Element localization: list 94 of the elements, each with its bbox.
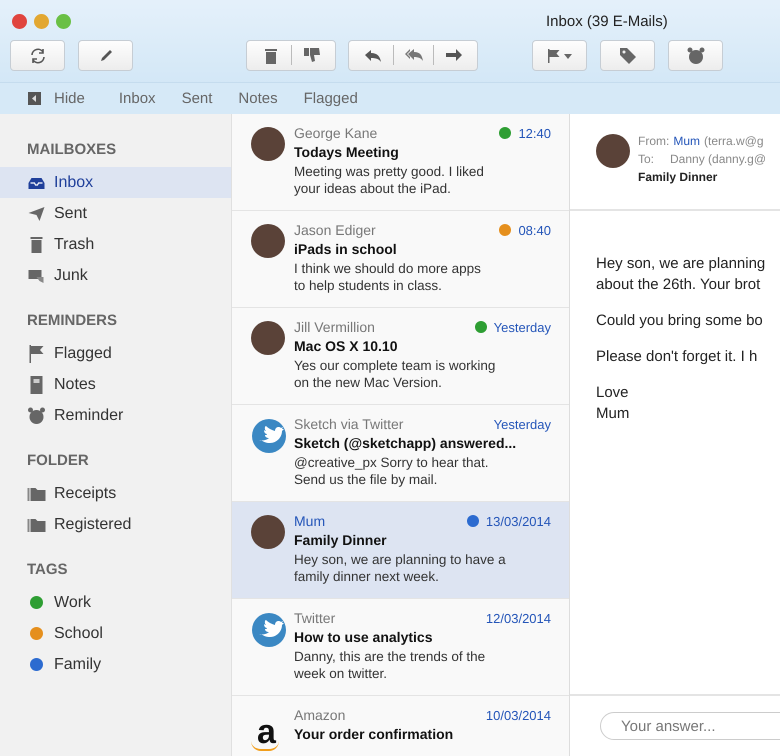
junk-mail-icon	[27, 268, 46, 284]
tag-button[interactable]	[600, 40, 655, 71]
email-paragraph: Hey son, we are planning about the 26th. Your brot	[596, 254, 766, 295]
sidebar-item[interactable]: Inbox	[0, 167, 231, 198]
flag-icon	[546, 48, 574, 62]
sidebar-item[interactable]: School	[0, 618, 231, 649]
sender-address: (terra.w@g	[704, 134, 764, 148]
message-preview: Danny, this are the trends of the week on twitter.	[294, 648, 486, 682]
message-preview: Yes our complete team is working on the new Mac Version.	[294, 357, 496, 391]
sender-name: Sketch via Twitter	[294, 416, 404, 432]
message-time: 08:40	[518, 222, 551, 238]
flag-icon	[27, 344, 46, 362]
message-subject: Family Dinner	[294, 532, 388, 548]
section-heading: FOLDER	[26, 452, 90, 469]
bird-icon	[251, 418, 287, 454]
refresh-icon	[28, 48, 46, 64]
message-preview: Hey son, we are planning to have a family dinner next week.	[294, 551, 507, 585]
mailbox-tab[interactable]: Inbox	[118, 90, 156, 107]
message-time: 13/03/2014	[486, 514, 551, 528]
sender-link[interactable]: Mum	[673, 134, 700, 148]
message-subject: Your order confirmation	[294, 726, 454, 742]
bird-icon	[251, 612, 287, 648]
reply-icon	[364, 48, 382, 62]
tag-icon	[618, 46, 636, 64]
email-subject: Family Dinner	[638, 170, 718, 184]
email-paragraph: Could you bring some bo	[596, 311, 764, 331]
sidebar-item[interactable]: Trash	[0, 229, 231, 260]
refresh-button[interactable]	[10, 40, 65, 71]
message-time: 10/03/2014	[486, 708, 551, 722]
message-row[interactable]: George Kane 12:40 Todays Meeting Meeting was pretty good. I liked your ideas about the iPad.	[232, 114, 569, 211]
email-paragraph: Love Mum	[596, 383, 630, 424]
email-paragraph: Please don't forget it. I h	[596, 347, 758, 367]
alarm-clock-button[interactable]	[668, 40, 723, 71]
avatar-circle	[251, 224, 285, 258]
message-time: Yesterday	[494, 320, 551, 334]
section-heading: MAILBOXES	[26, 141, 118, 158]
sidebar-toggle-icon	[28, 92, 41, 105]
reply-all-icon	[404, 48, 424, 62]
sidebar-item[interactable]: Junk	[0, 260, 231, 291]
message-row[interactable]: a Amazon 10/03/2014 Your order confirmation	[232, 696, 569, 756]
section-heading: REMINDERS	[26, 312, 118, 329]
message-time: 12:40	[518, 126, 551, 140]
sidebar-item[interactable]: Sent	[0, 198, 231, 229]
folder-icon	[27, 486, 46, 500]
inbox-tray-icon	[27, 176, 46, 190]
recipient: Danny (danny.g@	[670, 152, 766, 166]
message-subject: Mac OS X 10.10	[294, 338, 399, 354]
sidebar-item[interactable]: Reminder	[0, 400, 231, 431]
window-title: Inbox (39 E-Mails)	[546, 12, 668, 30]
sender-name: Twitter	[294, 610, 336, 626]
message-subject: Sketch (@sketchapp) answered...	[294, 435, 518, 451]
mailbox-tab[interactable]: Flagged	[304, 90, 358, 107]
sidebar-item[interactable]: Notes	[0, 369, 231, 400]
sender-name: Amazon	[294, 707, 346, 723]
avatar-circle	[251, 515, 285, 549]
answer-field[interactable]: Your answer...	[600, 712, 780, 740]
section-heading: TAGS	[26, 561, 69, 578]
sidebar-item[interactable]: Work	[0, 587, 231, 618]
sidebar-item[interactable]: Flagged	[0, 338, 231, 369]
forward-arrow-icon	[444, 48, 462, 62]
sidebar-item[interactable]: Family	[0, 649, 231, 680]
sender-name: George Kane	[294, 125, 378, 141]
message-row[interactable]: Twitter 12/03/2014 How to use analytics Danny, this are the trends of the week on twitter.	[232, 599, 569, 696]
message-row[interactable]: Jason Ediger 08:40 iPads in school I think we should do more apps to help students in class.	[232, 211, 569, 308]
avatar-circle	[251, 321, 285, 355]
hide-sidebar-button[interactable]: Hide	[28, 90, 85, 107]
sender-name: Jason Ediger	[294, 222, 377, 238]
folder-icon	[27, 518, 46, 532]
to-label: To:	[638, 152, 654, 166]
thumbs-down-icon	[302, 47, 320, 63]
message-row[interactable]: Mum 13/03/2014 Family Dinner Hey son, we are planning to have a family dinner next week.	[232, 502, 569, 599]
message-row[interactable]: Jill Vermillion Yesterday Mac OS X 10.10 Yes our complete team is working on the new Mac Version.	[232, 308, 569, 405]
avatar-circle	[596, 134, 630, 168]
from-label: From:	[638, 134, 670, 148]
message-time: 12/03/2014	[486, 610, 551, 626]
mailbox-tab[interactable]: Sent	[182, 90, 212, 107]
sender-name: Jill Vermillion	[294, 319, 376, 335]
message-time: Yesterday	[494, 416, 551, 432]
paper-plane-icon	[27, 206, 46, 222]
mailbox-tab[interactable]: Notes	[238, 90, 278, 107]
trash-icon	[264, 46, 278, 64]
message-subject: How to use analytics	[294, 629, 434, 645]
message-preview: I think we should do more apps to help students in class.	[294, 260, 482, 294]
message-preview: @creative_px Sorry to hear that. Send us the file by mail.	[294, 454, 490, 488]
message-subject: iPads in school	[294, 241, 398, 257]
sender-name: Mum	[294, 513, 326, 529]
avatar-circle	[251, 127, 285, 161]
close-button[interactable]	[12, 14, 27, 28]
message-subject: Todays Meeting	[294, 144, 400, 160]
logo: a	[251, 715, 279, 751]
message-preview: Meeting was pretty good. I liked your ideas about the iPad.	[294, 163, 485, 197]
flag-menu-button[interactable]	[532, 40, 587, 71]
sidebar-item[interactable]: Registered	[0, 509, 231, 540]
sidebar-item[interactable]: Receipts	[0, 478, 231, 509]
